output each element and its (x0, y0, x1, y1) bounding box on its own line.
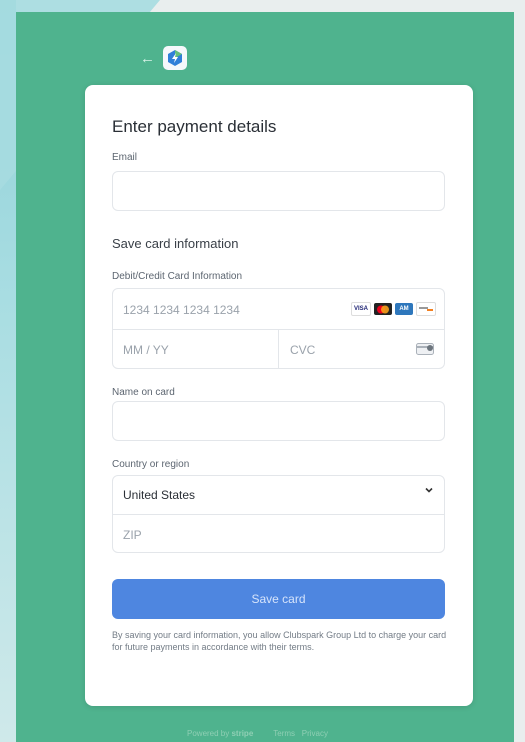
powered-by-text: Powered by (187, 729, 230, 738)
header: ← (140, 46, 187, 70)
app-logo-icon (163, 46, 187, 70)
card-details-group: 1234 1234 1234 1234 VISA AM MM / YY CVC (112, 288, 445, 369)
mastercard-icon (374, 303, 392, 315)
terms-note: By saving your card information, you all… (112, 630, 447, 652)
cvc-card-icon (416, 342, 434, 360)
section-title: Save card information (112, 236, 239, 251)
card-info-label: Debit/Credit Card Information (112, 271, 243, 282)
discover-icon (416, 302, 436, 316)
divider (113, 514, 444, 515)
zip-input[interactable]: ZIP (123, 528, 142, 542)
country-select[interactable]: United States (113, 476, 444, 514)
expiry-input[interactable]: MM / YY (123, 343, 169, 357)
country-label: Country or region (112, 459, 190, 470)
footer-links: Terms Privacy (273, 729, 328, 738)
name-label: Name on card (112, 387, 175, 398)
email-label: Email (112, 152, 138, 163)
cvc-input[interactable]: CVC (290, 343, 315, 357)
privacy-link[interactable]: Privacy (302, 729, 328, 738)
email-field[interactable] (112, 171, 445, 211)
amex-icon: AM (395, 303, 413, 315)
name-on-card-field[interactable] (112, 401, 445, 441)
stripe-brand: stripe (231, 729, 254, 738)
payment-card: Enter payment details Email Save card in… (85, 85, 473, 706)
card-brand-icons: VISA AM (351, 302, 436, 316)
powered-by: Powered by stripe (187, 729, 253, 738)
address-group: United States ZIP (112, 475, 445, 553)
arrow-left-icon[interactable]: ← (140, 51, 155, 66)
terms-link[interactable]: Terms (273, 729, 295, 738)
page-title: Enter payment details (112, 117, 277, 136)
card-number-input[interactable]: 1234 1234 1234 1234 (123, 303, 240, 317)
footer: Powered by stripe Terms Privacy (187, 729, 328, 738)
country-value: United States (123, 488, 196, 502)
chevron-down-icon (424, 485, 434, 498)
divider (278, 329, 279, 369)
save-card-button[interactable]: Save card (112, 579, 445, 619)
visa-icon: VISA (351, 302, 371, 316)
